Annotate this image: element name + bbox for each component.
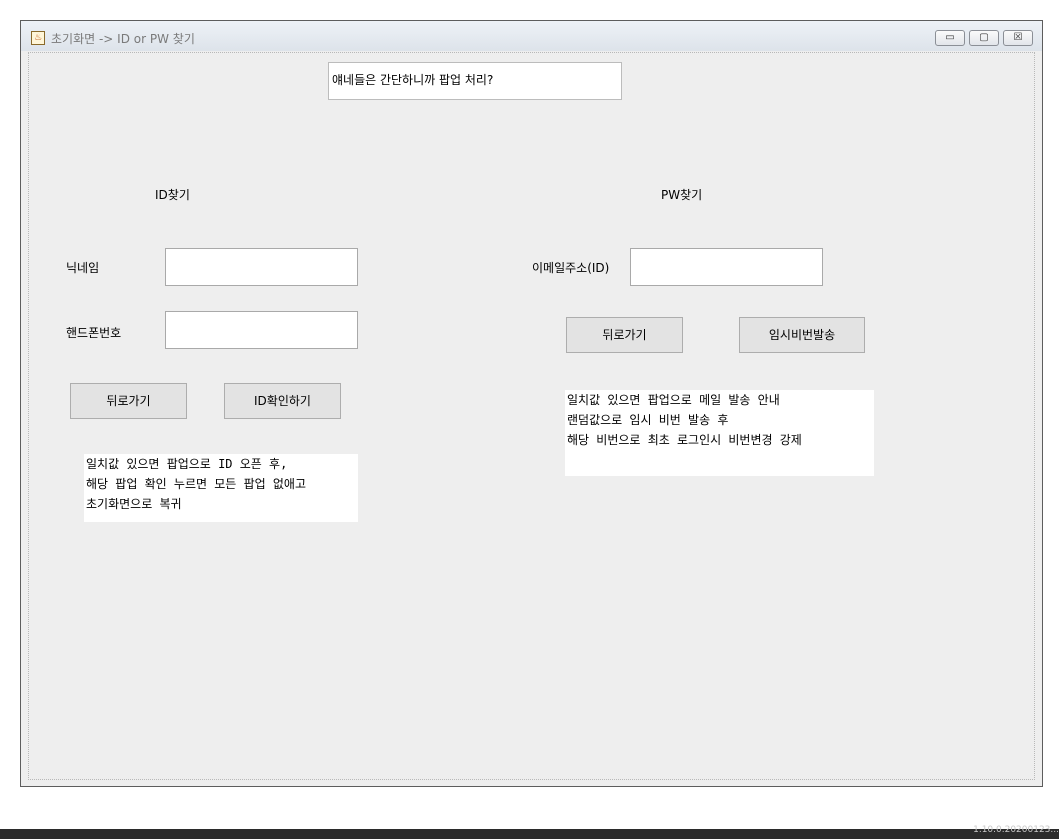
phone-field[interactable] (165, 311, 358, 349)
id-section-heading: ID찾기 (155, 188, 190, 202)
id-back-button[interactable]: 뒤로가기 (70, 383, 187, 419)
taskbar (0, 829, 1059, 839)
id-note: 일치값 있으면 팝업으로 ID 오픈 후, 해당 팝업 확인 누르면 모든 팝업… (84, 454, 358, 522)
close-button[interactable]: ☒ (1003, 30, 1033, 46)
send-temp-password-button[interactable]: 임시비번발송 (739, 317, 865, 353)
email-field[interactable] (630, 248, 823, 286)
version-text: 1.10.0.20200123... (973, 825, 1059, 835)
nickname-label: 닉네임 (66, 261, 100, 275)
id-confirm-button[interactable]: ID확인하기 (224, 383, 341, 419)
java-icon: ♨ (31, 31, 45, 45)
content-panel: 얘네들은 간단하니까 팝업 처리? ID찾기 닉네임 핸드폰번호 뒤로가기 ID… (28, 52, 1035, 780)
phone-label: 핸드폰번호 (66, 326, 122, 340)
app-window: ♨ 초기화면 -> ID or PW 찾기 ▭ ▢ ☒ 얘네들은 간단하니까 팝… (20, 20, 1043, 787)
title-bar[interactable]: ♨ 초기화면 -> ID or PW 찾기 ▭ ▢ ☒ (21, 21, 1042, 51)
maximize-button[interactable]: ▢ (969, 30, 999, 46)
nickname-field[interactable] (165, 248, 358, 286)
window-title: 초기화면 -> ID or PW 찾기 (51, 32, 195, 46)
top-note: 얘네들은 간단하니까 팝업 처리? (328, 62, 622, 100)
minimize-button[interactable]: ▭ (935, 30, 965, 46)
pw-note: 일치값 있으면 팝업으로 메일 발송 안내 랜덤값으로 임시 비번 발송 후 해… (565, 390, 874, 476)
pw-back-button[interactable]: 뒤로가기 (566, 317, 683, 353)
email-label: 이메일주소(ID) (532, 261, 610, 275)
pw-section-heading: PW찾기 (661, 188, 703, 202)
